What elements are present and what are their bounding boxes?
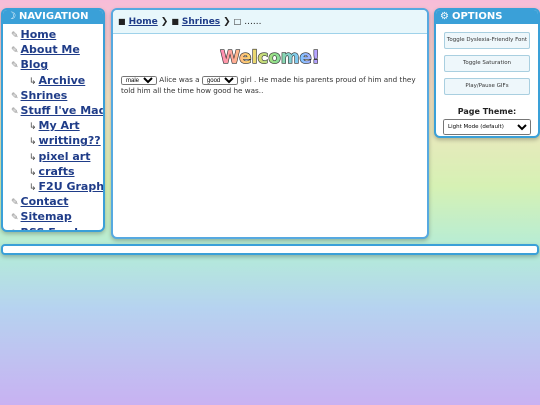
nav-item[interactable]: ↳ Archive — [3, 74, 103, 89]
page-theme-select[interactable]: Light Mode (default) — [443, 119, 531, 135]
nav-link[interactable]: About Me — [21, 43, 80, 56]
play-pause-gifs-button[interactable]: Play/Pause GIFs — [444, 78, 530, 95]
nav-item[interactable]: ↳ pixel art — [3, 150, 103, 165]
options-panel: ⚙ OPTIONS Toggle Dyslexia-Friendly Font … — [434, 8, 540, 138]
nav-link[interactable]: Blog — [21, 58, 49, 71]
nav-link[interactable]: Sitemap — [21, 210, 72, 223]
nav-item[interactable]: ↳F2U Graphics — [3, 180, 103, 195]
nav-item[interactable]: ↳ crafts — [3, 165, 103, 180]
nav-link[interactable]: writting?? — [39, 134, 101, 147]
options-header: ⚙ OPTIONS — [436, 10, 538, 24]
subitem-arrow-icon: ↳ — [29, 122, 37, 133]
subitem-arrow-icon: ↳ — [29, 152, 37, 163]
welcome-banner: Welcome! — [113, 42, 427, 70]
breadcrumb: ■ Home ❯ ■ Shrines ❯ □ ...... — [113, 10, 427, 34]
options-title: OPTIONS — [451, 11, 503, 22]
navigation-header: ☽ NAVIGATION — [3, 10, 103, 24]
nav-link[interactable]: crafts — [39, 165, 75, 178]
nav-item[interactable]: ✎ Contact — [3, 195, 103, 210]
subitem-arrow-icon: ↳ — [29, 167, 37, 178]
chevron-right-icon: ❯ — [223, 16, 231, 27]
nav-link[interactable]: Stuff I've Made — [21, 104, 103, 117]
nav-link[interactable]: Shrines — [21, 89, 68, 102]
chevron-right-icon: ❯ — [160, 16, 169, 27]
footer-bar — [1, 244, 539, 255]
subitem-arrow-icon: ↳ — [29, 76, 37, 87]
nav-list: ✎ Home ✎ About Me ✎ Blog ↳ Archive ✎ Shrines ✎ Stuf… — [3, 24, 103, 230]
gears-icon: ⚙ — [440, 11, 449, 22]
pencil-icon: ✎ — [11, 91, 19, 102]
breadcrumb-shrines-link[interactable]: Shrines — [182, 17, 220, 27]
compass-icon: ☽ — [7, 11, 16, 22]
pencil-icon: ✎ — [11, 107, 19, 118]
folder-icon: ■ — [118, 17, 126, 26]
main-content-panel: ■ Home ❯ ■ Shrines ❯ □ ...... Welcome! m… — [111, 8, 429, 239]
nav-link[interactable]: pixel art — [39, 150, 91, 163]
navigation-panel: ☽ NAVIGATION ✎ Home ✎ About Me ✎ Blog ↳ Archive… — [1, 8, 105, 232]
nav-item[interactable]: ↳ writting?? — [3, 134, 103, 149]
nav-item[interactable]: ✎ Shrines — [3, 89, 103, 104]
breadcrumb-home-link[interactable]: Home — [129, 17, 158, 27]
pencil-icon: ✎ — [11, 229, 19, 230]
story-text: male Alice was a good girl . He made his… — [113, 70, 427, 96]
pencil-icon: ✎ — [11, 213, 19, 224]
pencil-icon: ✎ — [11, 46, 19, 57]
breadcrumb-current: ...... — [244, 16, 262, 27]
options-buttons: Toggle Dyslexia-Friendly Font Toggle Sat… — [436, 32, 538, 95]
nav-link[interactable]: Archive — [39, 74, 86, 87]
folder-open-icon: □ — [233, 17, 242, 26]
nav-link[interactable]: My Art — [39, 119, 80, 132]
pencil-icon: ✎ — [11, 198, 19, 209]
nav-link[interactable]: Contact — [21, 195, 69, 208]
toggle-dyslexia-font-button[interactable]: Toggle Dyslexia-Friendly Font — [444, 32, 530, 49]
nav-link[interactable]: Home — [21, 28, 57, 41]
nav-item[interactable]: ✎ Home — [3, 28, 103, 43]
gender-select[interactable]: male — [121, 75, 157, 85]
nav-item[interactable]: ✎ About Me — [3, 43, 103, 58]
nav-item[interactable]: ✎ Blog — [3, 58, 103, 73]
toggle-saturation-button[interactable]: Toggle Saturation — [444, 55, 530, 72]
pencil-icon: ✎ — [11, 31, 19, 41]
nav-item[interactable]: ↳ My Art — [3, 119, 103, 134]
subitem-arrow-icon: ↳ — [29, 137, 37, 148]
story-text-1: Alice was a — [159, 75, 200, 84]
mood-select[interactable]: good — [201, 75, 238, 85]
page-theme-label: Page Theme: — [457, 107, 517, 116]
welcome-heading-graphic: Welcome! — [219, 46, 320, 68]
nav-item[interactable]: ✎ Stuff I've Made — [3, 104, 103, 119]
nav-item[interactable]: ✎RSS Feed — [3, 226, 103, 230]
folder-icon: ■ — [171, 17, 179, 26]
welcome-heading: Welcome! — [220, 47, 320, 68]
nav-item[interactable]: ✎ Sitemap — [3, 210, 103, 225]
pencil-icon: ✎ — [11, 61, 19, 72]
navigation-title: NAVIGATION — [18, 11, 89, 22]
subitem-arrow-icon: ↳ — [29, 183, 37, 194]
nav-link[interactable]: RSS Feed — [21, 226, 79, 230]
nav-link[interactable]: F2U Graphics — [39, 180, 103, 193]
